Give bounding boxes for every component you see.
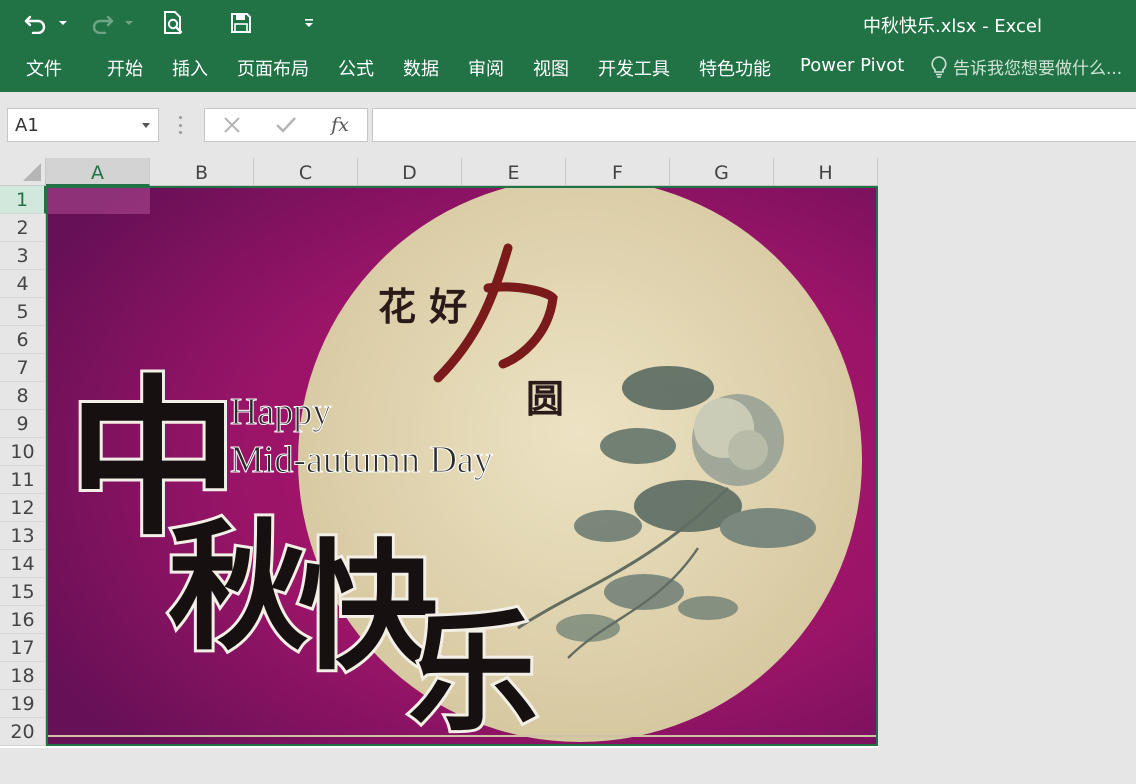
undo-dropdown-icon[interactable] bbox=[56, 8, 70, 38]
subtitle-hua-hao: 花 好 bbox=[378, 284, 467, 329]
row-header-6[interactable]: 6 bbox=[0, 326, 46, 354]
column-header-d[interactable]: D bbox=[358, 158, 462, 186]
row-header-11[interactable]: 11 bbox=[0, 466, 46, 494]
tab-view[interactable]: 视图 bbox=[533, 55, 569, 81]
column-header-h[interactable]: H bbox=[774, 158, 878, 186]
row-header-15[interactable]: 15 bbox=[0, 578, 46, 606]
tab-special-features[interactable]: 特色功能 bbox=[699, 55, 771, 81]
greeting-line-2: Mid-autumn Day bbox=[230, 439, 493, 481]
row-header-12[interactable]: 12 bbox=[0, 494, 46, 522]
column-header-e[interactable]: E bbox=[462, 158, 566, 186]
redo-icon[interactable] bbox=[86, 8, 118, 38]
column-header-g[interactable]: G bbox=[670, 158, 774, 186]
tab-insert[interactable]: 插入 bbox=[172, 55, 208, 81]
worksheet-grid: A B C D E F G H 1 2 3 4 5 6 7 8 9 10 11 … bbox=[0, 158, 878, 748]
tab-file[interactable]: 文件 bbox=[26, 55, 62, 81]
tell-me-search[interactable]: 告诉我您想要做什么... bbox=[930, 54, 1122, 79]
tab-home[interactable]: 开始 bbox=[107, 55, 143, 81]
print-preview-icon[interactable] bbox=[158, 8, 188, 38]
row-header-4[interactable]: 4 bbox=[0, 270, 46, 298]
row-header-19[interactable]: 19 bbox=[0, 690, 46, 718]
splitter-handle[interactable] bbox=[178, 116, 182, 134]
row-header-13[interactable]: 13 bbox=[0, 522, 46, 550]
tab-review[interactable]: 审阅 bbox=[468, 55, 504, 81]
column-header-b[interactable]: B bbox=[150, 158, 254, 186]
row-header-9[interactable]: 9 bbox=[0, 410, 46, 438]
tab-formulas[interactable]: 公式 bbox=[338, 55, 374, 81]
mid-autumn-picture[interactable]: 花 好 圆 Happy Mid-autumn Day 中 秋 快 乐 bbox=[46, 186, 878, 746]
row-header-17[interactable]: 17 bbox=[0, 634, 46, 662]
row-header-20[interactable]: 20 bbox=[0, 718, 46, 746]
row-header-3[interactable]: 3 bbox=[0, 242, 46, 270]
column-header-c[interactable]: C bbox=[254, 158, 358, 186]
row-header-14[interactable]: 14 bbox=[0, 550, 46, 578]
row-header-7[interactable]: 7 bbox=[0, 354, 46, 382]
ribbon-tabs: 文件 开始 插入 页面布局 公式 数据 审阅 视图 开发工具 特色功能 Powe… bbox=[0, 48, 1136, 92]
row-header-16[interactable]: 16 bbox=[0, 606, 46, 634]
column-header-f[interactable]: F bbox=[566, 158, 670, 186]
column-header-a[interactable]: A bbox=[46, 158, 150, 186]
chevron-down-icon[interactable] bbox=[142, 123, 150, 128]
select-all-button[interactable] bbox=[0, 158, 46, 186]
row-header-2[interactable]: 2 bbox=[0, 214, 46, 242]
cancel-icon[interactable] bbox=[215, 109, 249, 141]
row-header-10[interactable]: 10 bbox=[0, 438, 46, 466]
tell-me-text: 告诉我您想要做什么... bbox=[953, 59, 1123, 79]
row-header-1[interactable]: 1 bbox=[0, 186, 46, 214]
window-title: 中秋快乐.xlsx - Excel bbox=[862, 16, 1042, 37]
formula-buttons: fx bbox=[204, 108, 368, 142]
lightbulb-icon bbox=[931, 55, 947, 78]
tab-data[interactable]: 数据 bbox=[403, 55, 439, 81]
greeting-line-1: Happy bbox=[230, 391, 331, 433]
formula-input[interactable] bbox=[372, 108, 1136, 142]
undo-icon[interactable] bbox=[20, 8, 52, 38]
row-header-8[interactable]: 8 bbox=[0, 382, 46, 410]
tab-power-pivot[interactable]: Power Pivot bbox=[800, 55, 904, 76]
title-bar: 中秋快乐.xlsx - Excel bbox=[0, 0, 1136, 48]
cell-a1-selection bbox=[48, 188, 150, 214]
subtitle-yuan: 圆 bbox=[526, 376, 564, 421]
insert-function-button[interactable]: fx bbox=[323, 109, 357, 141]
formula-bar-area: A1 fx bbox=[0, 92, 1136, 158]
title-char-4: 乐 bbox=[408, 596, 538, 744]
tab-page-layout[interactable]: 页面布局 bbox=[237, 55, 309, 81]
row-header-18[interactable]: 18 bbox=[0, 662, 46, 690]
row-header-5[interactable]: 5 bbox=[0, 298, 46, 326]
save-icon[interactable] bbox=[226, 8, 256, 38]
title-char-2: 秋 bbox=[168, 506, 308, 670]
redo-dropdown-icon[interactable] bbox=[122, 8, 136, 38]
enter-check-icon[interactable] bbox=[269, 109, 303, 141]
tab-developer[interactable]: 开发工具 bbox=[598, 55, 670, 81]
customize-toolbar-icon[interactable] bbox=[300, 8, 318, 38]
name-box-value: A1 bbox=[15, 115, 39, 136]
fx-label: fx bbox=[331, 114, 349, 136]
name-box[interactable]: A1 bbox=[7, 108, 159, 142]
